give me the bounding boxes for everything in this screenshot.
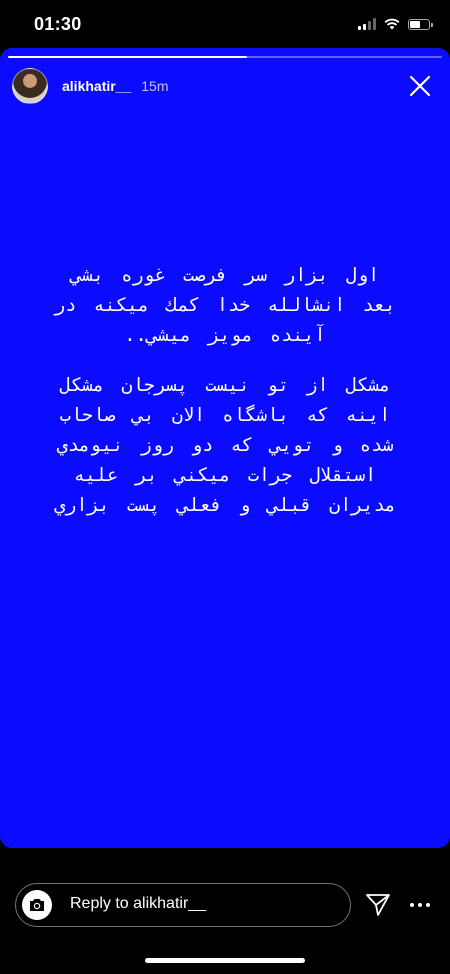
wifi-icon bbox=[384, 18, 400, 30]
story-paragraph-2: مشكل از تو نيست پسرجان مشكل اينه كه باشگ… bbox=[10, 371, 440, 521]
story-line: آينده مويز ميشي.. bbox=[124, 325, 326, 346]
story-line: استقلال جرات ميكني بر عليه bbox=[73, 465, 377, 486]
reply-placeholder: Reply to alikhatir__ bbox=[70, 895, 207, 912]
story-paragraph-1: اول بزار سر فرصت غوره بشي بعد انشالله خد… bbox=[10, 261, 440, 351]
battery-icon bbox=[408, 18, 433, 30]
story-card[interactable]: alikhatir__ 15m اول بزار سر فرصت غوره بش… bbox=[0, 48, 450, 848]
story-line: مديران قبلي و فعلي پست بزاري bbox=[54, 495, 396, 516]
signal-icon bbox=[358, 18, 376, 30]
story-progress-bar bbox=[8, 56, 442, 58]
avatar[interactable] bbox=[12, 68, 48, 104]
more-icon[interactable] bbox=[406, 896, 434, 914]
story-line: مشكل از تو نيست پسرجان مشكل bbox=[59, 375, 391, 396]
home-indicator bbox=[145, 958, 305, 963]
story-line: اينه كه باشگاه الان بي صاحاب bbox=[59, 405, 391, 426]
reply-input[interactable]: Reply to alikhatir__ bbox=[15, 883, 351, 927]
story-progress-fill bbox=[8, 56, 247, 58]
story-line: شده و تويي كه دو روز نيومدي bbox=[56, 435, 394, 456]
time-ago: 15m bbox=[141, 78, 169, 94]
close-icon[interactable] bbox=[406, 72, 434, 100]
camera-icon bbox=[30, 899, 44, 911]
send-icon[interactable] bbox=[364, 891, 392, 919]
status-icons bbox=[358, 18, 433, 30]
story-line: اول بزار سر فرصت غوره بشي bbox=[70, 265, 380, 286]
status-bar: 01:30 bbox=[0, 0, 450, 50]
status-time: 01:30 bbox=[34, 14, 82, 34]
username[interactable]: alikhatir__ bbox=[62, 78, 131, 94]
camera-button[interactable] bbox=[22, 890, 52, 920]
story-line: بعد انشالله خدا كمك ميكنه در bbox=[54, 295, 396, 316]
story-header: alikhatir__ 15m bbox=[12, 68, 438, 104]
